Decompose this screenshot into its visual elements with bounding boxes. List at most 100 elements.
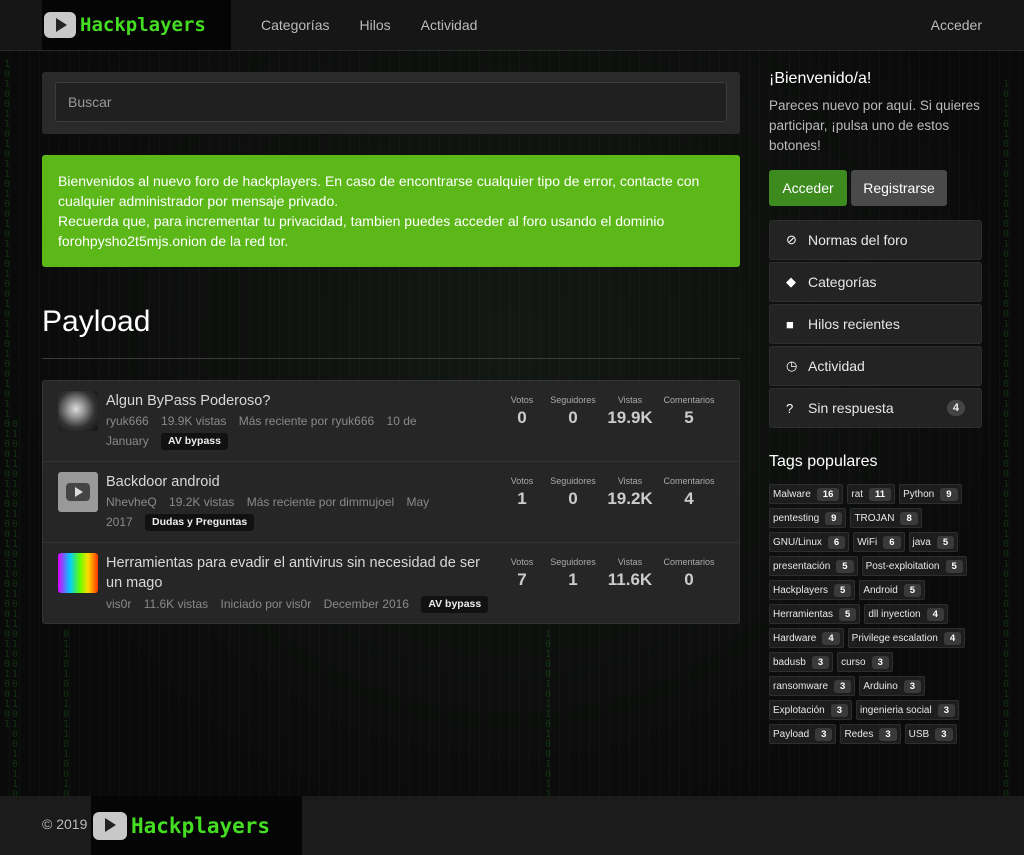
topic-recent[interactable]: Iniciado por vis0r (221, 597, 312, 611)
tag-item[interactable]: Redes 3 (840, 724, 901, 744)
topic-meta: vis0r 11.6K vistas Iniciado por vis0r De… (106, 594, 506, 614)
avatar[interactable] (58, 472, 98, 512)
tag-count: 3 (935, 727, 953, 741)
tag-count: 9 (825, 511, 843, 525)
stat-value: 0 (568, 489, 578, 508)
tag-count: 4 (822, 631, 840, 645)
welcome-alert: Bienvenidos al nuevo foro de hackplayers… (42, 155, 740, 267)
tag-item[interactable]: Malware 16 (769, 484, 844, 504)
tag-count: 3 (834, 679, 852, 693)
tag-count: 3 (811, 655, 830, 669)
clock-icon: ◷ (786, 358, 798, 373)
footer-logo[interactable]: Hackplayers (91, 796, 302, 855)
tag-item[interactable]: presentación 5 (769, 556, 858, 576)
tag-item[interactable]: Hackplayers 5 (769, 580, 856, 600)
topic-category-badge[interactable]: Dudas y Preguntas (145, 514, 255, 532)
popular-tags: Malware 16 rat 11 Python 9 pentesting 9 TROJAN 8 G… (769, 484, 984, 748)
topic-category-badge[interactable]: AV bypass (161, 433, 228, 451)
alert-text-1: Bienvenidos al nuevo foro de hackplayers… (58, 173, 700, 209)
tag-item[interactable]: java 5 (908, 532, 959, 552)
sidebar-item-activity[interactable]: ◷ Actividad (769, 346, 982, 386)
tag-item[interactable]: Payload 3 (769, 724, 837, 744)
sidebar-item-categories[interactable]: ◆ Categorías (769, 262, 982, 302)
sidebar-menu: ⊘ Normas del foro ◆ Categorías ■ Hilos r… (769, 220, 982, 430)
stat-value: 19.2K (607, 489, 653, 508)
tag-name: ingenieria social (860, 704, 932, 716)
topic-author[interactable]: ryuk666 (106, 414, 149, 428)
stat-value: 0 (684, 570, 694, 589)
topic-row[interactable]: Herramientas para evadir el antivirus si… (43, 543, 739, 624)
nav-link-activity[interactable]: Actividad (421, 17, 478, 33)
tag-item[interactable]: Post-exploitation 5 (861, 556, 967, 576)
play-icon (44, 12, 76, 38)
avatar[interactable] (58, 553, 98, 593)
matrix-rain: 0101101001011010010110100101101001011010… (12, 419, 19, 855)
play-icon (66, 483, 90, 501)
alert-text-2: Recuerda que, para incrementar tu privac… (58, 213, 665, 249)
search-input[interactable]: Buscar (55, 82, 727, 122)
nav-login-link[interactable]: Acceder (931, 17, 982, 33)
tag-item[interactable]: curso 3 (837, 652, 893, 672)
topic-row[interactable]: Algun ByPass Poderoso? ryuk666 19.9K vis… (43, 381, 739, 462)
tag-name: curso (841, 656, 866, 668)
sidebar-item-recent[interactable]: ■ Hilos recientes (769, 304, 982, 344)
tag-name: Herramientas (773, 608, 834, 620)
avatar[interactable] (58, 391, 98, 431)
matrix-rain: 0110100101101001011010010110100101 (63, 629, 70, 855)
tag-item[interactable]: Android 5 (859, 580, 926, 600)
stat-comments: Comentarios 5 (659, 395, 719, 428)
tag-item[interactable]: ingenieria social 3 (856, 700, 960, 720)
login-button[interactable]: Acceder (769, 170, 847, 206)
tag-count: 16 (816, 487, 840, 501)
nav-link-threads[interactable]: Hilos (359, 17, 390, 33)
tag-item[interactable]: WiFi 6 (853, 532, 905, 552)
tag-count: 3 (830, 703, 848, 717)
stat-comments: Comentarios 0 (659, 557, 719, 590)
topic-title[interactable]: Algun ByPass Poderoso? (106, 391, 496, 411)
topic-recent[interactable]: Más reciente por ryuk666 (239, 414, 374, 428)
stat-label: Seguidores (550, 476, 596, 486)
tag-item[interactable]: pentesting 9 (769, 508, 847, 528)
topic-date: December 2016 (323, 597, 409, 611)
tag-item[interactable]: ransomware 3 (769, 676, 856, 696)
nav-link-categories[interactable]: Categorías (261, 17, 329, 33)
tag-name: TROJAN (854, 512, 895, 524)
sidebar-item-rules[interactable]: ⊘ Normas del foro (769, 220, 982, 260)
stat-label: Vistas (617, 476, 643, 486)
welcome-title: ¡Bienvenido/a! (769, 70, 872, 87)
tag-item[interactable]: rat 11 (847, 484, 896, 504)
sidebar-item-unanswered[interactable]: ? Sin respuesta 4 (769, 388, 982, 428)
stat-label: Comentarios (663, 395, 715, 405)
stat-value: 11.6K (607, 570, 653, 589)
site-logo[interactable]: Hackplayers (42, 0, 231, 50)
register-button[interactable]: Registrarse (851, 170, 947, 206)
tag-item[interactable]: USB 3 (904, 724, 957, 744)
tag-item[interactable]: Python 9 (899, 484, 962, 504)
stat-followers: Seguidores 1 (543, 557, 603, 590)
divider (42, 358, 740, 359)
topic-author[interactable]: vis0r (106, 597, 131, 611)
tag-name: Hardware (773, 632, 817, 644)
topic-category-badge[interactable]: AV bypass (421, 596, 489, 614)
stat-label: Vistas (617, 557, 643, 567)
tag-item[interactable]: Explotación 3 (769, 700, 852, 720)
tag-item[interactable]: badusb 3 (769, 652, 834, 672)
tag-name: java (912, 536, 931, 548)
tag-item[interactable]: TROJAN 8 (850, 508, 922, 528)
tag-item[interactable]: Herramientas 5 (769, 604, 861, 624)
tag-item[interactable]: GNU/Linux 6 (769, 532, 850, 552)
tag-item[interactable]: Privilege escalation 4 (847, 628, 966, 648)
tag-count: 6 (883, 535, 901, 549)
topic-title[interactable]: Herramientas para evadir el antivirus si… (106, 553, 496, 593)
tag-item[interactable]: Hardware 4 (769, 628, 844, 648)
tag-item[interactable]: dll inyection 4 (864, 604, 948, 624)
tag-item[interactable]: Arduino 3 (859, 676, 926, 696)
tag-name: Python (903, 488, 935, 500)
topic-row[interactable]: Backdoor android NhevheQ 19.2K vistas Má… (43, 462, 739, 543)
topic-recent[interactable]: Más reciente por dimmujoel (247, 495, 394, 509)
topic-meta: NhevheQ 19.2K vistas Más reciente por di… (106, 492, 436, 532)
topic-title[interactable]: Backdoor android (106, 472, 496, 492)
topic-list: Algun ByPass Poderoso? ryuk666 19.9K vis… (42, 380, 740, 624)
matrix-rain: 1011010010110100101101001011010010110100… (1003, 79, 1010, 830)
topic-author[interactable]: NhevheQ (106, 495, 157, 509)
